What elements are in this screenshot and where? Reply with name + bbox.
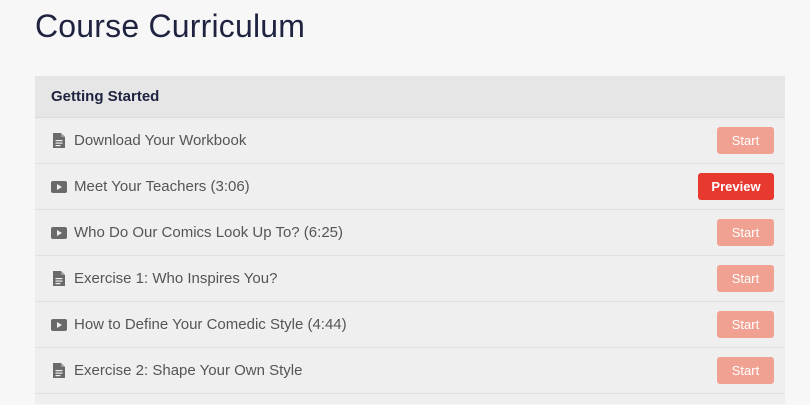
video-play-icon bbox=[51, 317, 67, 333]
start-button[interactable]: Start bbox=[717, 219, 774, 246]
lecture-title[interactable]: Download Your Workbook bbox=[74, 132, 717, 149]
lecture-title[interactable]: Exercise 2: Shape Your Own Style bbox=[74, 362, 717, 379]
start-button[interactable]: Start bbox=[717, 127, 774, 154]
document-icon bbox=[51, 133, 67, 149]
start-button[interactable]: Start bbox=[717, 357, 774, 384]
preview-button[interactable]: Preview bbox=[698, 173, 774, 200]
lecture-row[interactable]: Exercise 1: Who Inspires You? Start bbox=[35, 256, 785, 302]
lecture-title[interactable]: Exercise 1: Who Inspires You? bbox=[74, 270, 717, 287]
document-icon bbox=[51, 363, 67, 379]
video-play-icon bbox=[51, 225, 67, 241]
curriculum-section: Getting Started Download Your Workbook S… bbox=[35, 76, 785, 404]
page-title: Course Curriculum bbox=[35, 8, 306, 44]
video-play-icon bbox=[51, 179, 67, 195]
lecture-row[interactable]: How to Define Your Comedic Style (4:44) … bbox=[35, 302, 785, 348]
lecture-title[interactable]: How to Define Your Comedic Style (4:44) bbox=[74, 316, 717, 333]
next-row-edge bbox=[35, 394, 785, 404]
start-button[interactable]: Start bbox=[717, 311, 774, 338]
start-button[interactable]: Start bbox=[717, 265, 774, 292]
lecture-title[interactable]: Meet Your Teachers (3:06) bbox=[74, 178, 698, 195]
lecture-row[interactable]: Who Do Our Comics Look Up To? (6:25) Sta… bbox=[35, 210, 785, 256]
lecture-row[interactable]: Download Your Workbook Start bbox=[35, 118, 785, 164]
document-icon bbox=[51, 271, 67, 287]
lecture-row[interactable]: Meet Your Teachers (3:06) Preview bbox=[35, 164, 785, 210]
lecture-row[interactable]: Exercise 2: Shape Your Own Style Start bbox=[35, 348, 785, 394]
lecture-title[interactable]: Who Do Our Comics Look Up To? (6:25) bbox=[74, 224, 717, 241]
section-header[interactable]: Getting Started bbox=[35, 76, 785, 118]
